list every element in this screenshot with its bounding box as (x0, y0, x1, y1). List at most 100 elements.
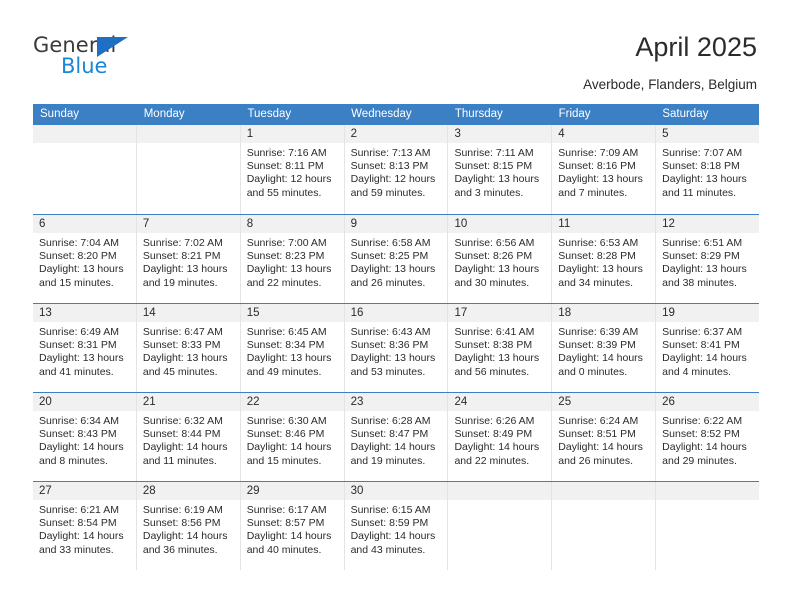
day-details: Sunrise: 6:45 AM Sunset: 8:34 PM Daylight:… (241, 322, 344, 379)
calendar-day-cell-empty (448, 482, 553, 570)
calendar-day-cell[interactable]: 6 Sunrise: 7:04 AM Sunset: 8:20 PM Daylight… (33, 215, 137, 303)
day-detail-line: Sunrise: 6:53 AM (558, 237, 639, 249)
calendar-day-cell[interactable]: 2 Sunrise: 7:13 AM Sunset: 8:13 PM Daylight… (344, 125, 449, 214)
calendar-day-cell[interactable]: 17 Sunrise: 6:41 AM Sunset: 8:38 PM Dayligh… (448, 304, 553, 392)
day-detail-line: Sunset: 8:38 PM (454, 339, 533, 352)
day-number: 19 (656, 304, 760, 322)
calendar-day-cell[interactable]: 15 Sunrise: 6:45 AM Sunset: 8:34 PM Dayligh… (240, 304, 345, 392)
calendar-day-cell[interactable]: 18 Sunrise: 6:39 AM Sunset: 8:39 PM Dayligh… (552, 304, 657, 392)
day-detail-line: Sunset: 8:11 PM (246, 160, 324, 173)
day-detail-line: Sunset: 8:51 PM (558, 428, 636, 441)
day-number: 21 (136, 393, 240, 411)
brand-logo[interactable]: General Blue (33, 33, 233, 83)
calendar-week-row: 20 Sunrise: 6:34 AM Sunset: 8:43 PM Dayligh… (33, 392, 760, 481)
calendar-day-cell[interactable]: 14 Sunrise: 6:47 AM Sunset: 8:33 PM Dayligh… (136, 304, 241, 392)
calendar-day-cell[interactable]: 22 Sunrise: 6:30 AM Sunset: 8:46 PM Dayligh… (240, 393, 345, 481)
day-details: Sunrise: 7:11 AM Sunset: 8:15 PM Daylight:… (448, 143, 551, 200)
day-details: Sunrise: 6:21 AM Sunset: 8:54 PM Daylight:… (33, 500, 136, 557)
day-detail-line: Sunrise: 6:32 AM (142, 415, 223, 427)
day-detail-line: Daylight: 13 hours (350, 263, 436, 276)
day-detail-line: Daylight: 14 hours (662, 352, 747, 365)
calendar-weeks: 1 Sunrise: 7:16 AM Sunset: 8:11 PM Daylight… (33, 125, 760, 570)
day-details: Sunrise: 6:53 AM Sunset: 8:28 PM Daylight:… (552, 233, 655, 290)
calendar-day-cell[interactable]: 19 Sunrise: 6:37 AM Sunset: 8:41 PM Dayligh… (656, 304, 760, 392)
day-details: Sunrise: 6:58 AM Sunset: 8:25 PM Daylight:… (345, 233, 448, 290)
calendar-day-cell[interactable]: 30 Sunrise: 6:15 AM Sunset: 8:59 PM Dayligh… (344, 482, 449, 570)
day-detail-line: and 11 minutes. (142, 454, 217, 467)
day-number: 23 (344, 393, 448, 411)
day-detail-line: and 11 minutes. (662, 186, 737, 199)
day-number: 3 (448, 125, 552, 143)
calendar-day-cell[interactable]: 20 Sunrise: 6:34 AM Sunset: 8:43 PM Dayligh… (33, 393, 137, 481)
day-detail-line: and 3 minutes. (454, 186, 524, 199)
day-detail-line: Sunset: 8:36 PM (350, 339, 429, 352)
day-detail-line: and 7 minutes. (558, 186, 628, 199)
day-details: Sunrise: 6:39 AM Sunset: 8:39 PM Daylight:… (552, 322, 655, 379)
day-details (137, 143, 240, 147)
day-detail-line: Daylight: 14 hours (350, 441, 436, 454)
day-details: Sunrise: 6:41 AM Sunset: 8:38 PM Daylight:… (448, 322, 551, 379)
calendar-day-cell[interactable]: 12 Sunrise: 6:51 AM Sunset: 8:29 PM Dayligh… (656, 215, 760, 303)
calendar-day-cell[interactable]: 3 Sunrise: 7:11 AM Sunset: 8:15 PM Daylight… (448, 125, 553, 214)
day-number: 4 (552, 125, 656, 143)
day-detail-line: Sunrise: 7:09 AM (558, 147, 639, 159)
weekday-header-row: Sunday Monday Tuesday Wednesday Thursday Frid… (33, 104, 759, 125)
day-detail-line: Sunset: 8:49 PM (454, 428, 533, 441)
day-detail-line: Sunset: 8:39 PM (558, 339, 636, 352)
calendar-day-cell[interactable]: 5 Sunrise: 7:07 AM Sunset: 8:18 PM Daylight… (656, 125, 760, 214)
calendar-page: General Blue April 2025 Averbode, Flande… (0, 0, 792, 612)
day-number (656, 482, 760, 500)
day-details: Sunrise: 6:24 AM Sunset: 8:51 PM Daylight:… (552, 411, 655, 468)
day-detail-line: Daylight: 13 hours (662, 263, 747, 276)
day-detail-line: Sunrise: 7:16 AM (246, 147, 327, 159)
day-details: Sunrise: 7:07 AM Sunset: 8:18 PM Daylight:… (656, 143, 759, 200)
day-detail-line: Daylight: 13 hours (39, 263, 124, 276)
day-number (33, 125, 136, 143)
day-detail-line: and 29 minutes. (662, 454, 737, 467)
day-detail-line: Daylight: 14 hours (142, 441, 228, 454)
calendar-day-cell[interactable]: 10 Sunrise: 6:56 AM Sunset: 8:26 PM Dayligh… (448, 215, 553, 303)
day-detail-line: Sunset: 8:13 PM (350, 160, 429, 173)
calendar-day-cell[interactable]: 26 Sunrise: 6:22 AM Sunset: 8:52 PM Dayligh… (656, 393, 760, 481)
calendar-day-cell[interactable]: 13 Sunrise: 6:49 AM Sunset: 8:31 PM Dayligh… (33, 304, 137, 392)
calendar-day-cell[interactable]: 4 Sunrise: 7:09 AM Sunset: 8:16 PM Daylight… (552, 125, 657, 214)
day-details: Sunrise: 7:00 AM Sunset: 8:23 PM Daylight:… (241, 233, 344, 290)
calendar-day-cell[interactable]: 27 Sunrise: 6:21 AM Sunset: 8:54 PM Dayligh… (33, 482, 137, 570)
day-detail-line: Sunrise: 6:21 AM (39, 504, 119, 516)
calendar-day-cell[interactable]: 23 Sunrise: 6:28 AM Sunset: 8:47 PM Dayligh… (344, 393, 449, 481)
day-detail-line: Daylight: 13 hours (39, 352, 124, 365)
calendar-week-row: 6 Sunrise: 7:04 AM Sunset: 8:20 PM Daylight… (33, 214, 760, 303)
day-details: Sunrise: 6:49 AM Sunset: 8:31 PM Daylight:… (33, 322, 136, 379)
calendar-day-cell[interactable]: 25 Sunrise: 6:24 AM Sunset: 8:51 PM Dayligh… (552, 393, 657, 481)
day-detail-line: and 34 minutes. (558, 276, 634, 289)
day-detail-line: Daylight: 14 hours (558, 441, 643, 454)
day-detail-line: Sunrise: 6:56 AM (454, 237, 535, 249)
calendar-day-cell[interactable]: 24 Sunrise: 6:26 AM Sunset: 8:49 PM Dayligh… (448, 393, 553, 481)
day-number: 14 (136, 304, 240, 322)
calendar-day-cell[interactable]: 9 Sunrise: 6:58 AM Sunset: 8:25 PM Daylight… (344, 215, 449, 303)
calendar-day-cell[interactable]: 1 Sunrise: 7:16 AM Sunset: 8:11 PM Daylight… (240, 125, 345, 214)
day-number: 17 (448, 304, 552, 322)
day-detail-line: and 38 minutes. (662, 276, 737, 289)
day-number: 29 (240, 482, 344, 500)
day-detail-line: Sunrise: 7:02 AM (142, 237, 223, 249)
day-details (33, 143, 136, 147)
calendar-day-cell[interactable]: 11 Sunrise: 6:53 AM Sunset: 8:28 PM Dayligh… (552, 215, 657, 303)
day-number: 1 (240, 125, 344, 143)
day-detail-line: and 59 minutes. (350, 186, 426, 199)
day-detail-line: Sunrise: 7:13 AM (350, 147, 431, 159)
calendar-day-cell[interactable]: 8 Sunrise: 7:00 AM Sunset: 8:23 PM Daylight… (240, 215, 345, 303)
day-detail-line: Daylight: 14 hours (246, 441, 332, 454)
day-detail-line: Daylight: 12 hours (350, 173, 436, 186)
day-detail-line: Daylight: 13 hours (246, 263, 332, 276)
day-detail-line: Sunrise: 6:43 AM (350, 326, 431, 338)
calendar-day-cell[interactable]: 21 Sunrise: 6:32 AM Sunset: 8:44 PM Dayligh… (136, 393, 241, 481)
calendar-day-cell[interactable]: 16 Sunrise: 6:43 AM Sunset: 8:36 PM Dayligh… (344, 304, 449, 392)
day-details: Sunrise: 6:37 AM Sunset: 8:41 PM Daylight:… (656, 322, 759, 379)
calendar-day-cell[interactable]: 28 Sunrise: 6:19 AM Sunset: 8:56 PM Dayligh… (136, 482, 241, 570)
day-detail-line: Sunrise: 7:00 AM (246, 237, 327, 249)
day-details: Sunrise: 6:32 AM Sunset: 8:44 PM Daylight:… (137, 411, 240, 468)
calendar-week-row: 27 Sunrise: 6:21 AM Sunset: 8:54 PM Dayligh… (33, 481, 760, 570)
calendar-day-cell[interactable]: 7 Sunrise: 7:02 AM Sunset: 8:21 PM Daylight… (136, 215, 241, 303)
calendar-day-cell[interactable]: 29 Sunrise: 6:17 AM Sunset: 8:57 PM Dayligh… (240, 482, 345, 570)
